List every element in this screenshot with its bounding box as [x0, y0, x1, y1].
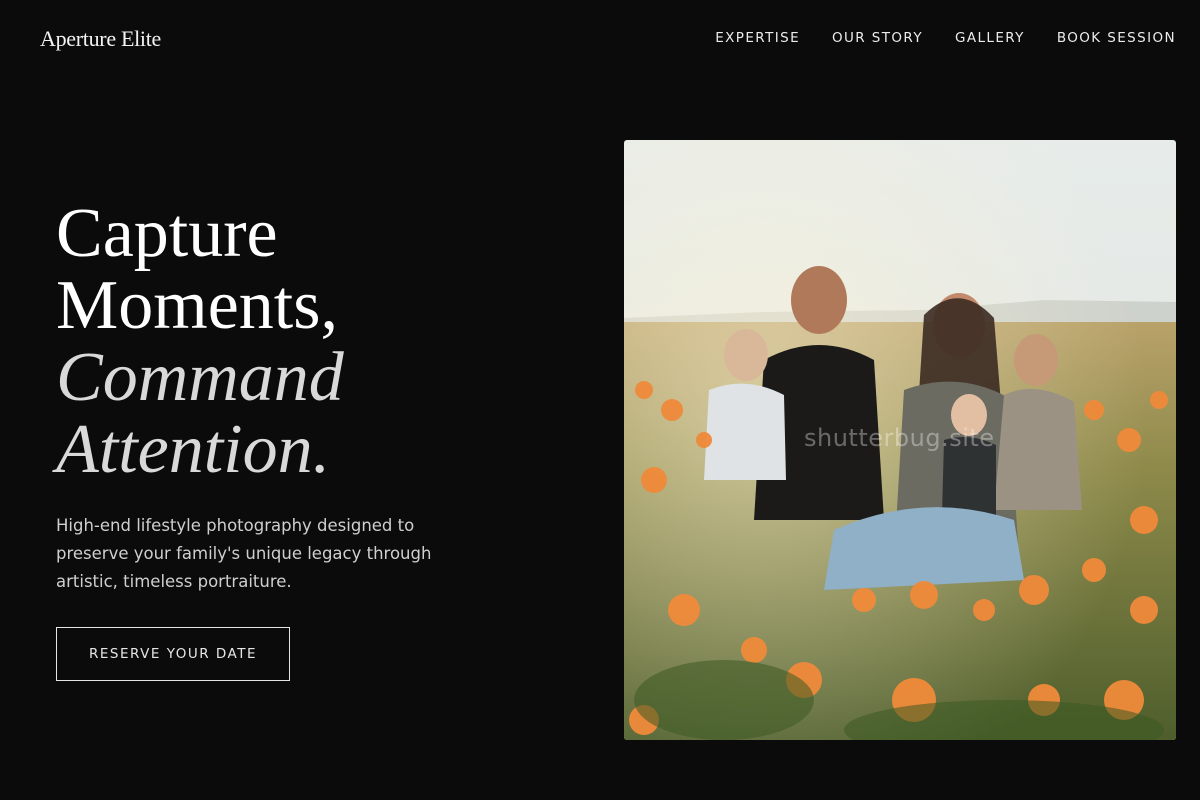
- brand-logo[interactable]: Aperture Elite: [40, 26, 161, 52]
- headline-line-3: Command: [56, 339, 344, 416]
- headline-line-2: Moments,: [56, 267, 338, 344]
- nav-link-our-story[interactable]: OUR STORY: [832, 30, 923, 46]
- nav-link-book-session[interactable]: BOOK SESSION: [1057, 30, 1176, 46]
- landing-page: Aperture Elite EXPERTISE OUR STORY GALLE…: [0, 0, 1200, 800]
- photo-watermark: shutterbug.site: [804, 424, 995, 452]
- headline-line-4: Attention.: [56, 411, 331, 488]
- headline-line-1: Capture: [56, 195, 278, 272]
- nav-link-expertise[interactable]: EXPERTISE: [715, 30, 800, 46]
- hero-description: High-end lifestyle photography designed …: [56, 516, 432, 591]
- reserve-date-button[interactable]: RESERVE YOUR DATE: [56, 627, 290, 681]
- hero-family-photo: shutterbug.site: [624, 140, 1176, 740]
- nav-link-gallery[interactable]: GALLERY: [955, 30, 1025, 46]
- main-nav: EXPERTISE OUR STORY GALLERY BOOK SESSION: [715, 30, 1176, 46]
- hero-headline: Capture Moments, Command Attention.: [56, 198, 344, 486]
